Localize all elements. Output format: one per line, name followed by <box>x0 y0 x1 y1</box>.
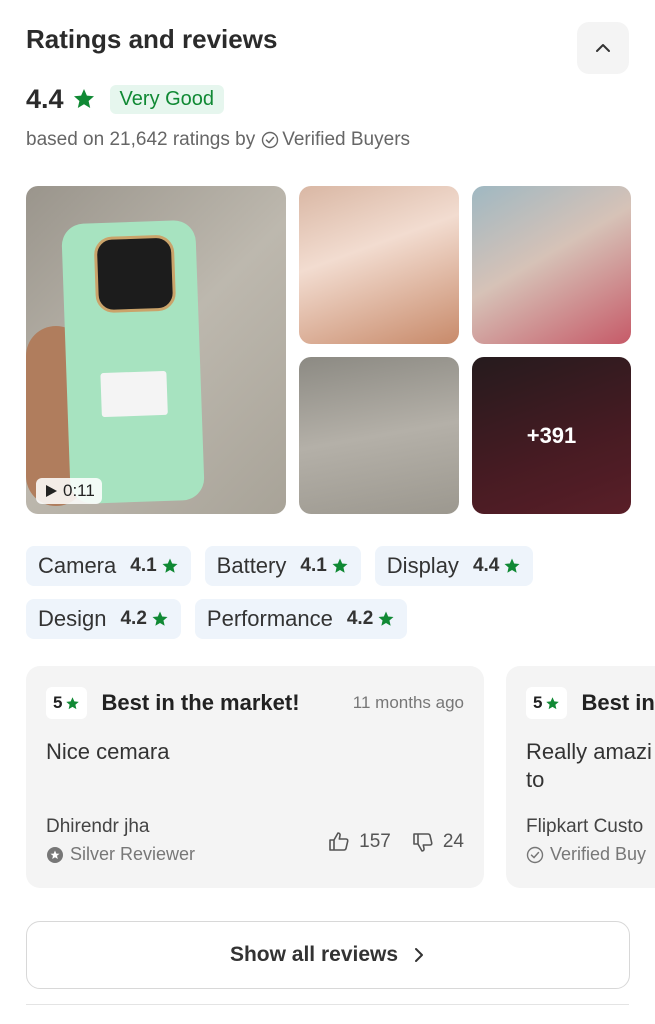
reviewer-role: Verified Buy <box>526 844 646 865</box>
show-all-label: Show all reviews <box>229 943 399 966</box>
review-card[interactable]: 5 Best in the market! 11 months ago Nice… <box>26 666 484 888</box>
aspect-label: Camera <box>38 553 117 578</box>
collapse-button[interactable] <box>577 22 629 74</box>
review-body: Really amazi is superb to <box>526 739 655 792</box>
star-icon <box>503 557 521 575</box>
aspect-value: 4.2 <box>346 608 374 629</box>
camera-module-image <box>93 234 177 314</box>
ratings-count-text: based on 21,642 ratings by <box>26 129 256 150</box>
video-duration-tag: 0:11 <box>36 478 102 504</box>
thumbs-down-icon[interactable] <box>411 830 435 854</box>
review-star-badge: 5 <box>46 687 88 719</box>
aspect-label: Design <box>38 606 107 631</box>
review-star-badge: 5 <box>526 687 568 719</box>
chevron-right-icon <box>415 948 424 962</box>
star-icon <box>66 696 80 709</box>
aspect-chip-design[interactable]: Design 4.2 <box>26 599 181 639</box>
aspect-label: Display <box>386 553 459 578</box>
overall-rating: 4.4 <box>26 83 64 114</box>
verified-check-icon <box>526 846 544 863</box>
review-video-thumbnail[interactable]: 0:11 <box>26 186 286 514</box>
review-photo-3[interactable] <box>299 357 459 514</box>
play-icon <box>46 485 57 497</box>
rating-badge: Very Good <box>109 84 225 114</box>
chevron-up-icon <box>596 44 610 52</box>
video-duration: 0:11 <box>63 481 95 500</box>
aspect-label: Performance <box>206 606 333 631</box>
ratings-count-line: based on 21,642 ratings by Verified Buye… <box>26 129 410 151</box>
thumbs-up-icon[interactable] <box>327 830 351 854</box>
aspect-value: 4.2 <box>120 608 147 629</box>
star-icon <box>546 696 560 709</box>
aspect-label: Battery <box>216 553 287 578</box>
review-votes: 157 24 <box>327 830 464 854</box>
review-stars: 5 <box>533 693 543 712</box>
verified-buyers-text: Verified Buyers <box>282 129 411 150</box>
aspect-chip-battery[interactable]: Battery 4.1 <box>204 546 361 586</box>
verified-check-icon <box>261 131 279 149</box>
aspect-chip-camera[interactable]: Camera 4.1 <box>26 546 191 586</box>
star-icon <box>161 557 179 575</box>
section-title: Ratings and reviews <box>26 24 278 54</box>
dislikes-count: 24 <box>442 831 464 852</box>
reviewer-name: Flipkart Custo <box>526 816 644 837</box>
review-body: Nice cemara <box>46 739 170 764</box>
review-photo-more[interactable]: +391 <box>472 357 631 514</box>
review-photo-2[interactable] <box>472 186 631 344</box>
review-time: 11 months ago <box>352 693 464 712</box>
aspect-value: 4.1 <box>300 555 327 576</box>
review-stars: 5 <box>53 693 63 712</box>
aspect-chip-display[interactable]: Display 4.4 <box>374 546 534 586</box>
review-carousel[interactable]: 5 Best in the market! 11 months ago Nice… <box>26 666 655 888</box>
review-title: Best in the market! <box>101 690 300 715</box>
star-icon <box>72 87 96 111</box>
reviewer-role-text: Silver Reviewer <box>70 844 196 864</box>
reviewer-badge-icon <box>47 846 63 863</box>
review-title: Best in <box>581 690 655 715</box>
reviews-header: Ratings and reviews <box>26 22 629 74</box>
reviewer-role: Silver Reviewer <box>46 844 195 865</box>
star-icon <box>331 557 349 575</box>
rating-summary: 4.4 Very Good <box>26 82 225 116</box>
star-icon <box>377 610 395 628</box>
section-divider <box>26 1004 629 1005</box>
phone-sticker-image <box>100 370 168 418</box>
aspect-chip-performance[interactable]: Performance 4.2 <box>194 599 408 639</box>
aspect-ratings: Camera 4.1 Battery 4.1 Display 4.4 Desig… <box>26 546 636 652</box>
likes-count: 157 <box>359 831 391 852</box>
reviewer-name: Dhirendr jha <box>46 816 150 837</box>
phone-image <box>61 219 205 505</box>
star-icon <box>151 610 169 628</box>
aspect-value: 4.1 <box>130 555 157 576</box>
more-photos-count: +391 <box>472 357 631 514</box>
review-card[interactable]: 5 Best in Really amazi is superb to Flip… <box>506 666 655 888</box>
aspect-value: 4.4 <box>472 555 500 576</box>
reviewer-role-text: Verified Buy <box>550 844 647 864</box>
show-all-reviews-button[interactable]: Show all reviews <box>26 921 630 989</box>
review-photo-1[interactable] <box>299 186 459 344</box>
